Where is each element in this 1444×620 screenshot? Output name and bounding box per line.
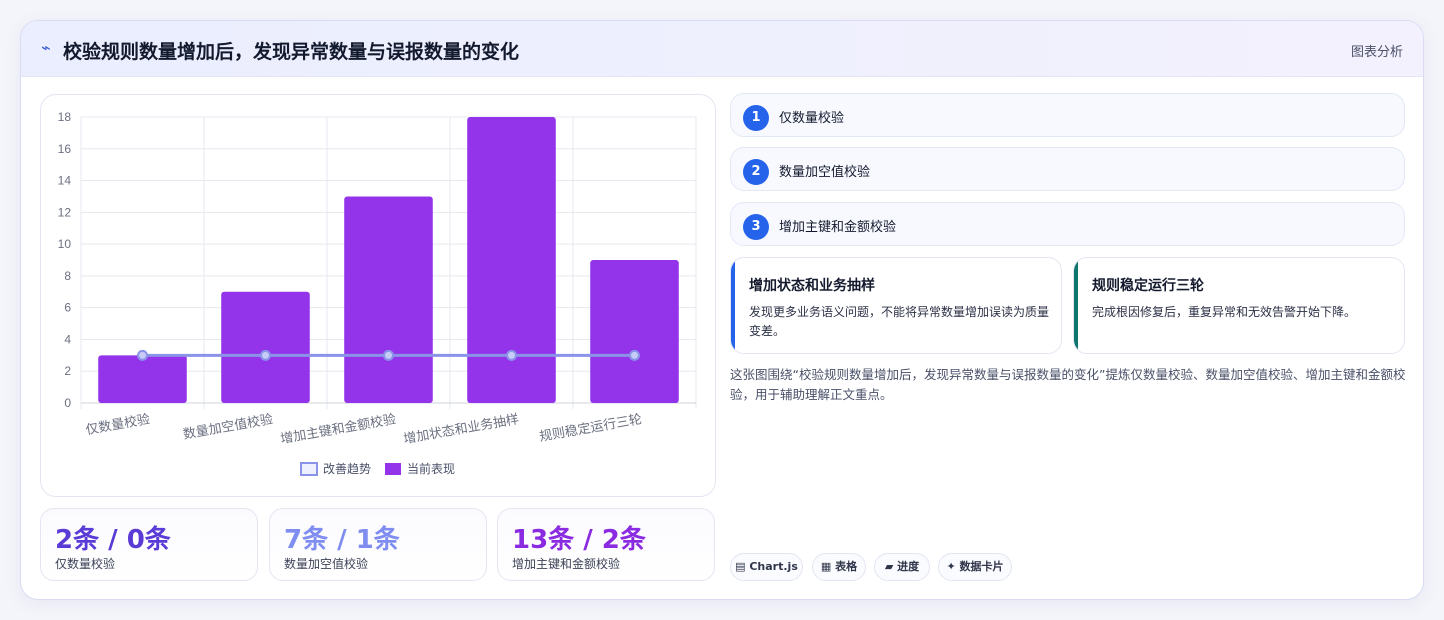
stat-card-1: 2条 / 0条 仅数量校验 — [40, 508, 258, 581]
bar — [98, 355, 187, 403]
bar — [590, 260, 679, 403]
step-label: 增加主键和金额校验 — [779, 220, 897, 235]
trend-point — [137, 349, 148, 361]
stat-card-3: 13条 / 2条 增加主键和金额校验 — [497, 508, 715, 581]
trend-point — [506, 349, 517, 361]
trend-point — [383, 349, 394, 361]
trend-icon: ⌁ — [41, 38, 51, 57]
x-tick-label: 增加状态和业务抽样 — [402, 411, 520, 447]
tag-label: 表格 — [835, 560, 858, 573]
note-card-1: 增加状态和业务抽样 发现更多业务语义问题，不能将异常数量增加误读为质量变差。 — [730, 257, 1062, 354]
y-tick-label: 14 — [58, 174, 72, 188]
legend-label: 改善趋势 — [323, 461, 371, 476]
sparkle-icon: ✦ — [946, 560, 956, 573]
stat-value: 13条 / 2条 — [512, 525, 646, 555]
stat-label: 仅数量校验 — [55, 557, 116, 571]
note-title: 增加状态和业务抽样 — [749, 278, 875, 294]
chart-icon: ▤ — [735, 560, 746, 573]
chart-card: ⌁ 校验规则数量增加后，发现异常数量与误报数量的变化 图表分析 0 2 4 6 8 10 1… — [20, 20, 1424, 600]
progress-icon: ▰ — [884, 560, 894, 573]
y-tick-label: 8 — [64, 269, 71, 283]
chart-container: 0 2 4 6 8 10 12 14 16 18 仅数量校验 数量加空值校验 增加主键和金额校验 增加状态… — [40, 94, 716, 497]
step-item-2[interactable]: 2 数量加空值校验 — [730, 147, 1405, 191]
y-tick-label: 10 — [58, 237, 72, 251]
bar — [221, 291, 310, 403]
legend-swatch-bar — [385, 463, 401, 475]
step-number: 2 — [743, 159, 769, 185]
y-tick-label: 2 — [64, 364, 71, 378]
tag-label: 进度 — [897, 560, 920, 573]
x-tick-label: 数量加空值校验 — [182, 411, 274, 443]
stat-value: 7条 / 1条 — [284, 525, 400, 555]
stat-label: 数量加空值校验 — [284, 557, 369, 571]
stat-card-2: 7条 / 1条 数量加空值校验 — [269, 508, 487, 581]
y-tick-label: 12 — [58, 205, 72, 219]
note-title: 规则稳定运行三轮 — [1092, 278, 1204, 294]
chart-analysis-link[interactable]: 图表分析 — [1351, 41, 1403, 60]
page-title: 校验规则数量增加后，发现异常数量与误报数量的变化 — [63, 41, 520, 63]
y-tick-label: 18 — [58, 110, 72, 124]
bar-chart: 0 2 4 6 8 10 12 14 16 18 仅数量校验 数量加空值校验 增加主键和金额校验 增加状态… — [58, 110, 697, 476]
y-tick-label: 0 — [64, 396, 71, 410]
trend-point — [629, 349, 640, 361]
step-item-3[interactable]: 3 增加主键和金额校验 — [730, 202, 1405, 246]
step-label: 仅数量校验 — [779, 111, 845, 126]
tag-label: Chart.js — [749, 560, 798, 573]
tag-label: 数据卡片 — [959, 560, 1004, 573]
table-icon: ▦ — [820, 560, 832, 573]
y-tick-label: 16 — [58, 142, 72, 156]
y-tick-label: 6 — [64, 301, 71, 315]
stat-value: 2条 / 0条 — [55, 525, 171, 555]
legend-swatch-trend — [300, 462, 318, 476]
note-text: 发现更多业务语义问题，不能将异常数量增加误读为质量变差。 — [749, 305, 1050, 338]
card-header: ⌁ 校验规则数量增加后，发现异常数量与误报数量的变化 图表分析 — [21, 21, 1423, 77]
tag-table[interactable]: ▦ 表格 — [812, 553, 866, 581]
tag-progress[interactable]: ▰ 进度 — [874, 553, 930, 581]
x-tick-label: 增加主键和金额校验 — [279, 411, 397, 447]
note-accent-bar — [731, 258, 735, 353]
step-label: 数量加空值校验 — [779, 165, 871, 180]
tag-data-card[interactable]: ✦ 数据卡片 — [938, 553, 1012, 581]
note-text: 完成根因修复后，重复异常和无效告警开始下降。 — [1092, 305, 1357, 319]
stat-label: 增加主键和金额校验 — [512, 557, 621, 571]
legend-label: 当前表现 — [407, 461, 455, 476]
summary-text: 这张图围绕“校验规则数量增加后，发现异常数量与误报数量的变化”提炼仅数量校验、数… — [730, 367, 1406, 402]
note-card-2: 规则稳定运行三轮 完成根因修复后，重复异常和无效告警开始下降。 — [1073, 257, 1405, 354]
tag-chartjs[interactable]: ▤ Chart.js — [730, 553, 803, 581]
note-accent-bar — [1074, 258, 1078, 353]
step-number: 1 — [743, 105, 769, 131]
step-number: 3 — [743, 214, 769, 240]
trend-point — [260, 349, 271, 361]
x-tick-label: 仅数量校验 — [84, 411, 151, 438]
y-tick-label: 4 — [64, 332, 71, 346]
bar — [344, 196, 433, 403]
x-tick-label: 规则稳定运行三轮 — [538, 411, 643, 445]
step-item-1[interactable]: 1 仅数量校验 — [730, 93, 1405, 137]
